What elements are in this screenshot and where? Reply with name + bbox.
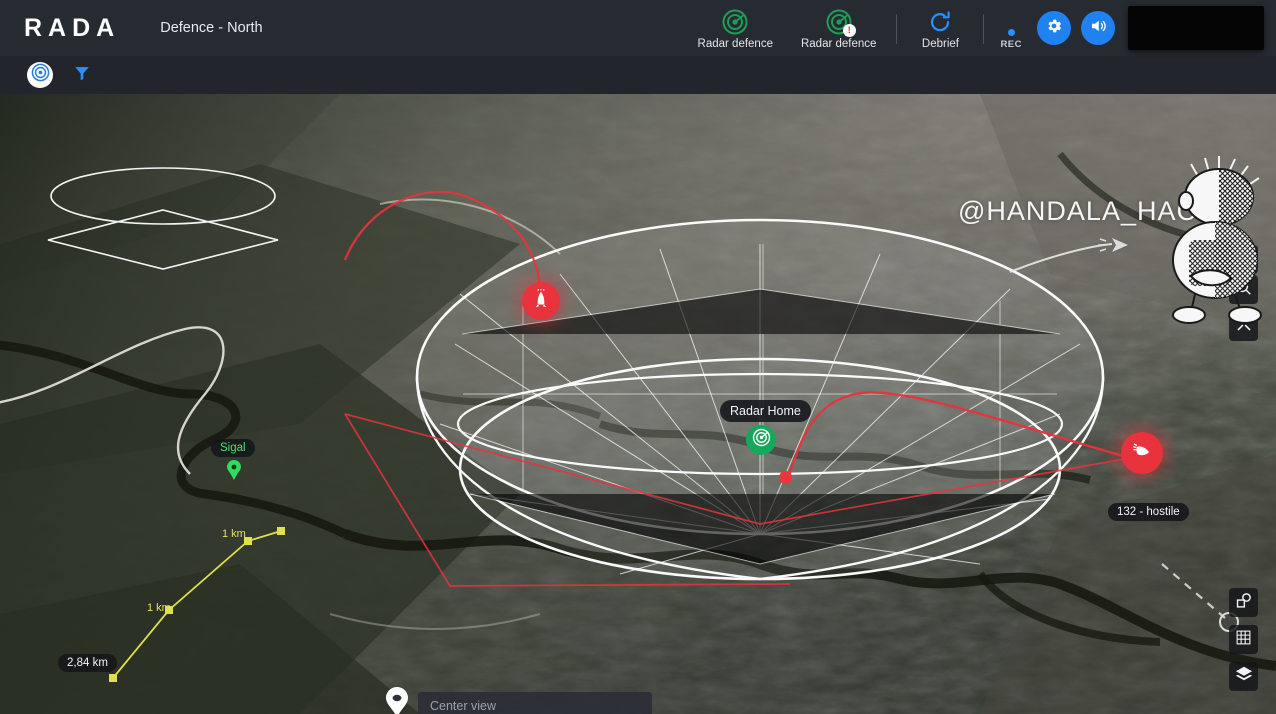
sigal-poi-label: Sigal [211, 439, 255, 457]
measure-vertices [109, 527, 285, 682]
grid-icon [1235, 629, 1252, 651]
hostile-track-label: 132 - hostile [1108, 503, 1189, 521]
sigal-pin-icon[interactable] [227, 460, 241, 485]
marker-hostile-aircraft[interactable] [1121, 432, 1163, 474]
nav-divider [983, 14, 985, 44]
nav-divider [896, 14, 898, 44]
radar-defence-app: RADA Defence - North Radar defence ! Rad… [0, 0, 1276, 714]
gear-icon [1045, 17, 1063, 40]
nav-label: Radar defence [697, 38, 773, 50]
mission-title: Defence - North [160, 20, 263, 36]
radar-layer-toggle[interactable] [27, 62, 53, 88]
layers-icon [1235, 665, 1253, 688]
settings-button[interactable] [1037, 11, 1071, 45]
filter-icon [73, 64, 91, 87]
filter-button[interactable] [73, 64, 91, 87]
record-dot-icon [1007, 29, 1015, 36]
aircraft-hostile-icon [1130, 439, 1154, 468]
nav-label: Radar defence [800, 38, 877, 50]
marker-radar-home[interactable] [746, 425, 776, 455]
top-navigation: Radar defence ! Radar defence Debrief RE… [684, 0, 1276, 56]
rocket-doodle [1009, 238, 1128, 273]
video-feed-panel[interactable] [1128, 6, 1264, 50]
map-viewport[interactable]: @HANDALA_HACK Radar Home 132 - hostile S… [0, 94, 1276, 714]
nav-item-debrief[interactable]: Debrief [903, 4, 977, 56]
alert-badge-icon: ! [842, 24, 856, 37]
layers-button[interactable] [1229, 662, 1258, 691]
nav-item-radar-defence-1[interactable]: Radar defence [684, 4, 787, 56]
center-view-panel: Center view 30°59'39.556"N035°17'11.015"… [418, 692, 652, 714]
center-view-pin-icon [386, 687, 408, 714]
center-view-title: Center view [430, 699, 496, 713]
annotation-shapes [47, 167, 279, 270]
top-bar: RADA Defence - North Radar defence ! Rad… [0, 0, 1276, 56]
rec-label: REC [1000, 39, 1022, 50]
marker-missile-hostile[interactable] [522, 282, 560, 320]
measure-path [112, 530, 282, 679]
missile-icon [531, 288, 551, 314]
target-icon [31, 63, 50, 87]
radar-icon: ! [826, 9, 856, 37]
radar-icon [752, 428, 771, 452]
radar-home-label: Radar Home [720, 400, 811, 422]
shapes-tool-button[interactable] [1229, 588, 1258, 617]
nav-item-radar-defence-2[interactable]: ! Radar defence [787, 4, 890, 56]
measure-label-segment-2: 1 km [147, 602, 171, 614]
measure-label-total: 2,84 km [58, 654, 117, 672]
predicted-path-hostile [1161, 563, 1226, 619]
radar-icon [722, 9, 748, 35]
marker-impact-point[interactable] [779, 471, 792, 484]
rec-indicator[interactable]: REC [990, 29, 1032, 50]
refresh-icon [927, 9, 953, 35]
nav-label: Debrief [921, 38, 959, 50]
app-logo: RADA [24, 13, 121, 42]
map-annotations-layer [47, 167, 1239, 682]
volume-button[interactable] [1081, 11, 1115, 45]
speaker-icon [1089, 17, 1107, 40]
grid-toggle-button[interactable] [1229, 625, 1258, 654]
measure-label-segment-1: 1 km [222, 528, 246, 540]
shapes-icon [1235, 592, 1252, 614]
map-toolbar [0, 56, 1276, 94]
handala-figure-icon [1172, 156, 1262, 324]
